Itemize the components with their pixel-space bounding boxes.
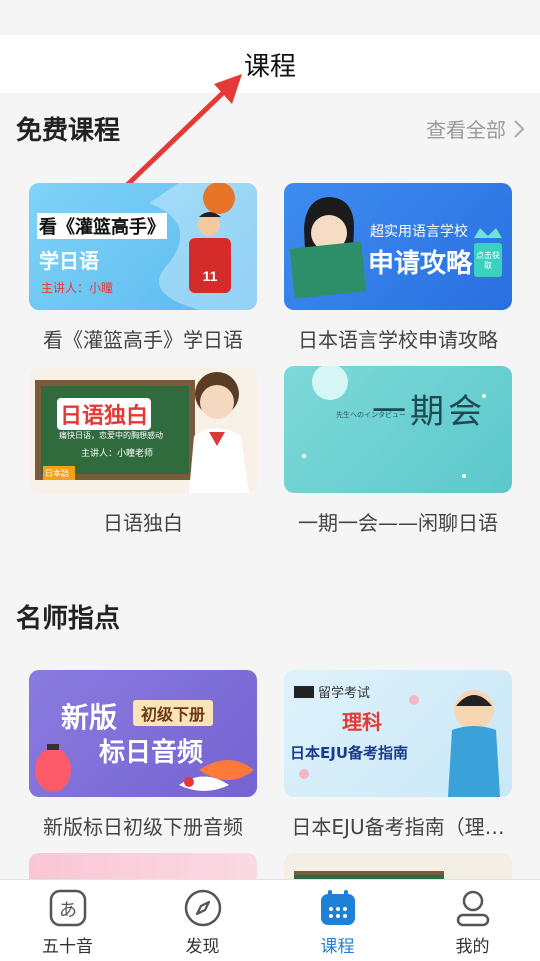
course-caption: 日本EJU备考指南（理… bbox=[291, 815, 505, 839]
tab-label: 五十音 bbox=[42, 937, 93, 957]
tab-courses[interactable]: 课程 bbox=[270, 880, 405, 961]
course-card-language-school[interactable]: 超实用语言学校 申请攻略 点击获取 日本语言学校申请攻略 bbox=[284, 183, 512, 353]
course-card-slamdunk[interactable]: 11 看《灌篮高手》 学日语 主讲人：小瞳 看《灌篮高手》学日语 bbox=[29, 183, 257, 353]
thumb-subtitle: 理科 bbox=[342, 710, 382, 734]
tab-me[interactable]: 我的 bbox=[405, 880, 540, 961]
course-thumbnail: 一期会 先生へのインタビュー bbox=[284, 366, 512, 493]
thumb-subtitle: 先生へのインタビュー bbox=[336, 411, 406, 419]
compass-icon bbox=[184, 889, 221, 927]
thumb-title: 新版 bbox=[61, 701, 118, 734]
tab-discover[interactable]: 发现 bbox=[135, 880, 270, 961]
course-caption: 一期一会——闲聊日语 bbox=[298, 511, 498, 535]
course-thumbnail: 日语独白 痛快日语，恋爱中的胸想感动 主讲人：小瞳老师 日本語 bbox=[29, 366, 257, 493]
thumb-subtitle: 申请攻略 bbox=[368, 249, 473, 279]
thumb-lecturer: 主讲人：小瞳老师 bbox=[81, 449, 154, 459]
course-caption: 日本语言学校申请攻略 bbox=[298, 328, 498, 352]
teacher-section-title: 名师指点 bbox=[16, 604, 121, 634]
thumb-subtitle: 痛快日语，恋爱中的胸想感动 bbox=[59, 431, 163, 440]
course-card-ichigo-ichie[interactable]: 一期会 先生へのインタビュー 一期一会——闲聊日语 bbox=[284, 366, 512, 536]
top-bar: 课程 bbox=[0, 35, 540, 93]
page-title: 课程 bbox=[243, 51, 296, 82]
course-thumbnail: 留学考试 理科 日本EJU备考指南 bbox=[284, 670, 512, 797]
thumb-extra: 日本EJU备考指南 bbox=[290, 744, 409, 762]
tab-label: 发现 bbox=[185, 937, 220, 957]
course-card-monologue[interactable]: 日语独白 痛快日语，恋爱中的胸想感动 主讲人：小瞳老师 日本語 日语独白 bbox=[29, 366, 257, 536]
course-card-eju-guide[interactable]: 留学考试 理科 日本EJU备考指南 日本EJU备考指南（理… bbox=[284, 670, 512, 840]
course-thumbnail: 新版 初级下册 标日音频 bbox=[29, 670, 257, 797]
thumb-title: 看《灌篮高手》 bbox=[37, 213, 167, 239]
course-caption: 看《灌篮高手》学日语 bbox=[43, 328, 243, 352]
thumb-title: 超实用语言学校 bbox=[370, 224, 468, 240]
thumb-subtitle: 学日语 bbox=[39, 249, 99, 273]
teacher-section-header: 名师指点 bbox=[0, 586, 540, 646]
kana-icon: あ bbox=[49, 889, 86, 927]
free-courses-header: 免费课程 查看全部 bbox=[0, 98, 540, 158]
thumb-title: 一期会 bbox=[372, 392, 486, 432]
thumb-tag: 日本語 bbox=[45, 469, 69, 478]
thumb-title: 日语独白 bbox=[57, 398, 152, 430]
course-thumbnail: 11 看《灌篮高手》 学日语 主讲人：小瞳 bbox=[29, 183, 257, 310]
svg-text:あ: あ bbox=[59, 900, 77, 921]
bottom-tab-bar: あ 五十音 发现 课程 我的 bbox=[0, 879, 540, 961]
view-all-label: 查看全部 bbox=[426, 118, 506, 142]
view-all-link[interactable]: 查看全部 bbox=[426, 114, 526, 143]
user-icon bbox=[456, 890, 489, 927]
thumb-lecturer: 主讲人：小瞳 bbox=[41, 281, 114, 295]
tab-label: 课程 bbox=[320, 937, 355, 957]
course-caption: 新版标日初级下册音频 bbox=[43, 815, 243, 839]
course-thumbnail: 超实用语言学校 申请攻略 点击获取 bbox=[284, 183, 512, 310]
course-card-new-standard[interactable]: 新版 初级下册 标日音频 新版标日初级下册音频 bbox=[29, 670, 257, 840]
thumb-badge: 点击获取 bbox=[476, 251, 500, 270]
thumb-subtitle: 标日音频 bbox=[99, 738, 204, 768]
thumb-title: 留学考试 bbox=[318, 686, 371, 701]
tab-kana[interactable]: あ 五十音 bbox=[0, 880, 135, 961]
tab-label: 我的 bbox=[455, 937, 490, 957]
calendar-icon bbox=[320, 890, 355, 925]
chevron-right-icon bbox=[514, 119, 525, 138]
thumb-badge: 初级下册 bbox=[133, 700, 214, 726]
free-courses-title: 免费课程 bbox=[16, 116, 121, 146]
course-caption: 日语独白 bbox=[103, 511, 183, 535]
svg-text:11: 11 bbox=[203, 268, 218, 284]
